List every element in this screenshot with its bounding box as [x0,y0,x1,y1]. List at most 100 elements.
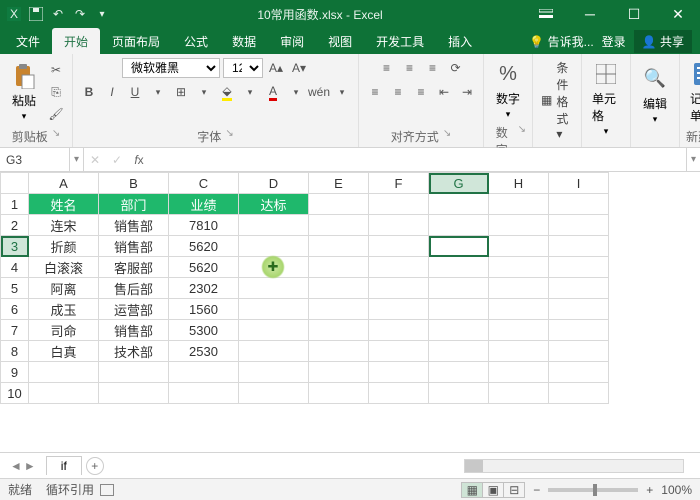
row-header-1[interactable]: 1 [1,194,29,215]
zoom-in-button[interactable]: + [646,483,653,497]
conditional-format-button[interactable]: ▦条件格式 ▾ [539,58,575,142]
cell-I10[interactable] [549,383,609,404]
italic-button[interactable]: I [102,82,122,102]
cell-G7[interactable] [429,320,489,341]
ribbon-options-icon[interactable] [524,0,568,28]
launcher-icon[interactable]: ↘ [225,128,233,145]
border-button[interactable]: ⊞ [171,82,191,102]
col-header-G[interactable]: G [429,173,489,194]
cell-F10[interactable] [369,383,429,404]
qat-dropdown-icon[interactable]: ▾ [94,6,110,22]
bold-button[interactable]: B [79,82,99,102]
cell-C4[interactable]: 5620 [169,257,239,278]
fill-color-button[interactable]: ⬙ [217,82,237,102]
expand-formula-icon[interactable]: ▾ [686,148,700,171]
orientation-icon[interactable]: ⟳ [446,58,466,78]
col-header-D[interactable]: D [239,173,309,194]
cell-B8[interactable]: 技术部 [99,341,169,362]
cell-C1[interactable]: 业绩 [169,194,239,215]
col-header-C[interactable]: C [169,173,239,194]
tab-file[interactable]: 文件 [4,28,52,54]
cell-C10[interactable] [169,383,239,404]
horizontal-scrollbar[interactable] [464,459,684,473]
cell-F2[interactable] [369,215,429,236]
tab-review[interactable]: 审阅 [268,28,316,54]
font-color-button[interactable]: A [263,82,283,102]
cell-E4[interactable] [309,257,369,278]
cell-E10[interactable] [309,383,369,404]
align-top-icon[interactable]: ≡ [377,58,397,78]
cell-A5[interactable]: 阿离 [29,278,99,299]
cell-I5[interactable] [549,278,609,299]
cell-F5[interactable] [369,278,429,299]
row-header-10[interactable]: 10 [1,383,29,404]
cell-D6[interactable] [239,299,309,320]
sheet-tab-if[interactable]: if [46,456,82,475]
cell-C7[interactable]: 5300 [169,320,239,341]
tab-data[interactable]: 数据 [220,28,268,54]
cell-G9[interactable] [429,362,489,383]
tab-formula[interactable]: 公式 [172,28,220,54]
align-center-icon[interactable]: ≡ [388,82,408,102]
launcher-icon[interactable]: ↘ [52,128,60,145]
cell-A3[interactable]: 折颜 [29,236,99,257]
phonetic-button[interactable]: wén [309,82,329,102]
maximize-button[interactable]: ☐ [612,0,656,28]
cell-E7[interactable] [309,320,369,341]
cell-C8[interactable]: 2530 [169,341,239,362]
cell-D9[interactable] [239,362,309,383]
fx-icon[interactable]: fx [128,148,150,171]
cell-I2[interactable] [549,215,609,236]
sheet-next-icon[interactable]: ► [24,459,36,473]
cut-icon[interactable]: ✂ [46,60,66,80]
row-header-4[interactable]: 4 [1,257,29,278]
paste-button[interactable]: 粘贴 ▾ [6,60,42,124]
cell-D1[interactable]: 达标 [239,194,309,215]
cell-D5[interactable] [239,278,309,299]
cell-D8[interactable] [239,341,309,362]
cell-H5[interactable] [489,278,549,299]
worksheet-area[interactable]: ABCDEFGHI1姓名部门业绩达标2连宋销售部78103折颜销售部56204白… [0,172,700,452]
editing-button[interactable]: 🔍 编辑 ▾ [637,63,673,127]
cell-A2[interactable]: 连宋 [29,215,99,236]
decrease-font-icon[interactable]: A▾ [289,58,309,78]
enter-icon[interactable]: ✓ [106,148,128,171]
cell-I9[interactable] [549,362,609,383]
row-header-5[interactable]: 5 [1,278,29,299]
page-break-button[interactable]: ⊟ [503,482,525,498]
zoom-out-button[interactable]: − [533,483,540,497]
cell-H7[interactable] [489,320,549,341]
number-format-button[interactable]: % 数字 ▾ [490,58,526,122]
align-bottom-icon[interactable]: ≡ [423,58,443,78]
underline-button[interactable]: U [125,82,145,102]
cell-H2[interactable] [489,215,549,236]
cell-B10[interactable] [99,383,169,404]
cell-I6[interactable] [549,299,609,320]
cell-F7[interactable] [369,320,429,341]
cell-F3[interactable] [369,236,429,257]
tell-me[interactable]: 💡 告诉我... [529,33,593,50]
cell-E5[interactable] [309,278,369,299]
cell-A9[interactable] [29,362,99,383]
font-size-select[interactable]: 12 [223,58,263,78]
cell-H1[interactable] [489,194,549,215]
row-header-2[interactable]: 2 [1,215,29,236]
cell-A8[interactable]: 白真 [29,341,99,362]
cell-C3[interactable]: 5620 [169,236,239,257]
zoom-slider[interactable] [548,488,638,492]
col-header-E[interactable]: E [309,173,369,194]
row-header-9[interactable]: 9 [1,362,29,383]
row-header-3[interactable]: 3 [1,236,29,257]
format-painter-icon[interactable]: 🖌 [46,104,66,124]
row-header-6[interactable]: 6 [1,299,29,320]
cell-D7[interactable] [239,320,309,341]
add-sheet-button[interactable]: + [86,457,104,475]
cell-E1[interactable] [309,194,369,215]
zoom-level[interactable]: 100% [661,483,692,497]
cell-B2[interactable]: 销售部 [99,215,169,236]
name-box[interactable]: G3 [0,148,70,171]
tab-layout[interactable]: 页面布局 [100,28,172,54]
cell-I4[interactable] [549,257,609,278]
cell-C5[interactable]: 2302 [169,278,239,299]
cell-B6[interactable]: 运营部 [99,299,169,320]
